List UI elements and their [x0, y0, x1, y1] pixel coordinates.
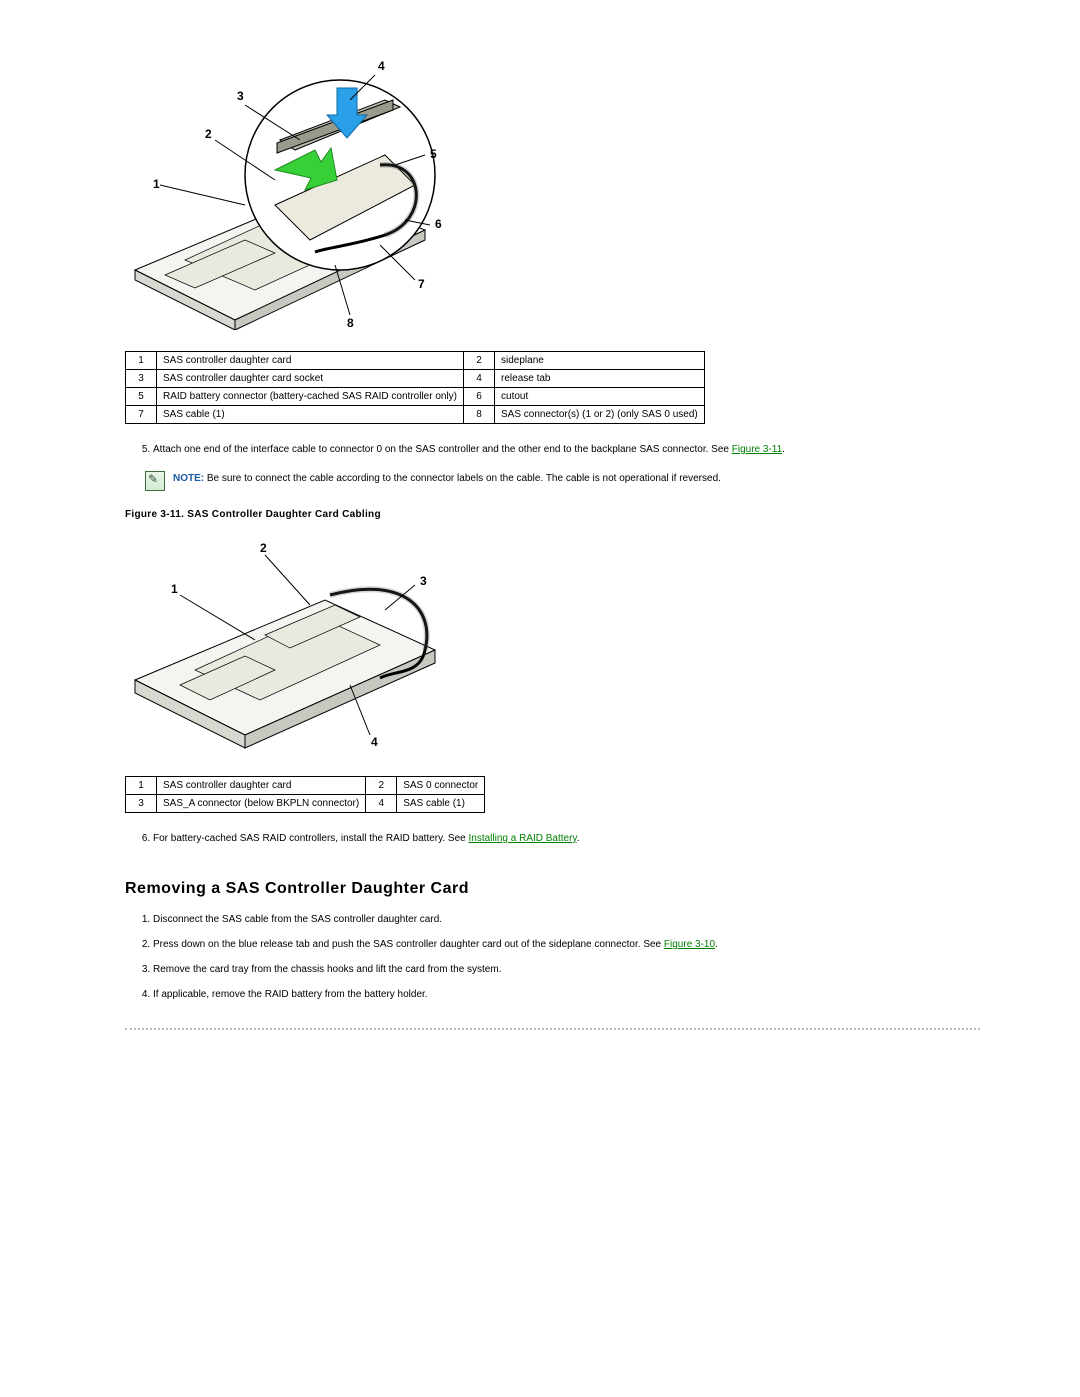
fig2-label-2: 2 [260, 541, 267, 555]
removal-step-2-text-b: . [715, 939, 718, 950]
legend-num: 5 [126, 388, 157, 406]
figure-3-11-caption: Figure 3-11. SAS Controller Daughter Car… [125, 509, 980, 520]
removal-step-2: Press down on the blue release tab and p… [153, 937, 980, 952]
legend-num: 2 [366, 777, 397, 795]
fig1-label-6: 6 [435, 217, 442, 231]
fig1-label-5: 5 [430, 147, 437, 161]
figure-3-10-svg: 1 2 3 4 5 6 7 8 [125, 30, 445, 330]
note-text: NOTE: Be sure to connect the cable accor… [173, 471, 721, 486]
table-row: 5 RAID battery connector (battery-cached… [126, 388, 705, 406]
table-row: 3 SAS_A connector (below BKPLN connector… [126, 795, 485, 813]
step-list-b: For battery-cached SAS RAID controllers,… [125, 831, 980, 846]
step-6-text-a: For battery-cached SAS RAID controllers,… [153, 833, 469, 844]
table-row: 1 SAS controller daughter card 2 SAS 0 c… [126, 777, 485, 795]
note-icon [145, 471, 165, 491]
legend-text: cutout [495, 388, 705, 406]
legend-text: SAS controller daughter card [157, 352, 464, 370]
section-divider [125, 1028, 980, 1030]
page: 1 2 3 4 5 6 7 8 1 SAS controller daughte… [0, 0, 1080, 1397]
fig1-label-1: 1 [153, 177, 160, 191]
legend-text: SAS controller daughter card [157, 777, 366, 795]
legend-num: 3 [126, 795, 157, 813]
legend-num: 3 [126, 370, 157, 388]
legend-num: 4 [366, 795, 397, 813]
legend-text: SAS controller daughter card socket [157, 370, 464, 388]
fig1-label-8: 8 [347, 316, 354, 330]
removal-step-4-text: If applicable, remove the RAID battery f… [153, 989, 428, 1000]
table-row: 1 SAS controller daughter card 2 sidepla… [126, 352, 705, 370]
link-install-raid-battery[interactable]: Installing a RAID Battery [469, 833, 577, 844]
legend-num: 4 [464, 370, 495, 388]
legend-text: RAID battery connector (battery-cached S… [157, 388, 464, 406]
note-label: NOTE: [173, 473, 204, 484]
figure-3-11-legend: 1 SAS controller daughter card 2 SAS 0 c… [125, 776, 485, 813]
link-figure-3-11[interactable]: Figure 3-11 [732, 444, 782, 455]
figure-3-10-legend: 1 SAS controller daughter card 2 sidepla… [125, 351, 705, 424]
step-5: Attach one end of the interface cable to… [153, 442, 980, 457]
step-list-a: Attach one end of the interface cable to… [125, 442, 980, 457]
table-row: 3 SAS controller daughter card socket 4 … [126, 370, 705, 388]
step-6-text-b: . [577, 833, 580, 844]
legend-num: 2 [464, 352, 495, 370]
note: NOTE: Be sure to connect the cable accor… [145, 471, 980, 491]
removal-step-3-text: Remove the card tray from the chassis ho… [153, 964, 501, 975]
legend-num: 8 [464, 406, 495, 424]
section-title: Removing a SAS Controller Daughter Card [125, 880, 980, 898]
fig1-label-4: 4 [378, 59, 385, 73]
legend-num: 1 [126, 777, 157, 795]
removal-step-4: If applicable, remove the RAID battery f… [153, 987, 980, 1002]
figure-3-10: 1 2 3 4 5 6 7 8 [125, 30, 980, 333]
fig2-label-1: 1 [171, 582, 178, 596]
legend-text: SAS 0 connector [397, 777, 485, 795]
table-row: 7 SAS cable (1) 8 SAS connector(s) (1 or… [126, 406, 705, 424]
legend-num: 1 [126, 352, 157, 370]
fig1-label-3: 3 [237, 89, 244, 103]
removal-steps: Disconnect the SAS cable from the SAS co… [125, 912, 980, 1002]
step-5-text-a: Attach one end of the interface cable to… [153, 444, 732, 455]
legend-text: release tab [495, 370, 705, 388]
fig2-label-4: 4 [371, 735, 378, 749]
fig2-label-3: 3 [420, 574, 427, 588]
step-6: For battery-cached SAS RAID controllers,… [153, 831, 980, 846]
removal-step-3: Remove the card tray from the chassis ho… [153, 962, 980, 977]
legend-num: 6 [464, 388, 495, 406]
legend-text: SAS cable (1) [157, 406, 464, 424]
figure-3-11: 1 2 3 4 [125, 530, 980, 758]
removal-step-2-text-a: Press down on the blue release tab and p… [153, 939, 664, 950]
legend-text: SAS_A connector (below BKPLN connector) [157, 795, 366, 813]
removal-step-1-text: Disconnect the SAS cable from the SAS co… [153, 914, 442, 925]
note-body: Be sure to connect the cable according t… [204, 473, 721, 484]
figure-3-11-svg: 1 2 3 4 [125, 530, 445, 755]
legend-text: SAS connector(s) (1 or 2) (only SAS 0 us… [495, 406, 705, 424]
legend-num: 7 [126, 406, 157, 424]
legend-text: sideplane [495, 352, 705, 370]
step-5-text-b: . [782, 444, 785, 455]
legend-text: SAS cable (1) [397, 795, 485, 813]
link-figure-3-10[interactable]: Figure 3-10 [664, 939, 715, 950]
fig1-label-2: 2 [205, 127, 212, 141]
fig1-label-7: 7 [418, 277, 425, 291]
removal-step-1: Disconnect the SAS cable from the SAS co… [153, 912, 980, 927]
